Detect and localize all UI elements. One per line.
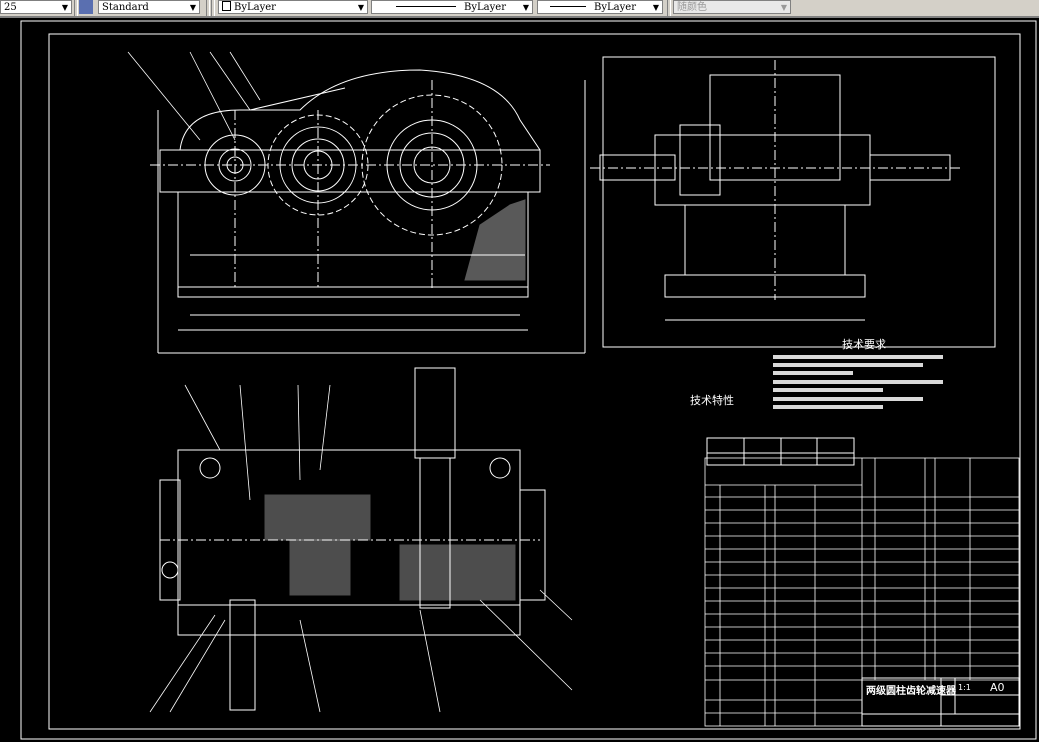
drawing-canvas[interactable]: 技术要求 技术特性 两级圆柱齿轮减速器 1:1 A0 <box>0 18 1039 742</box>
linetype-combo[interactable]: ByLayer ▼ <box>371 0 533 14</box>
top-view <box>159 367 546 711</box>
tech-characteristics-title: 技术特性 <box>690 393 734 407</box>
plot-style-value: 随颜色 <box>677 2 707 13</box>
color-value: ByLayer <box>234 2 276 13</box>
tech-requirements-text <box>773 355 943 409</box>
text-height-combo[interactable]: 25 ▼ <box>0 0 72 14</box>
line-sample-icon <box>396 6 457 7</box>
sheet-size: A0 <box>990 681 1005 694</box>
color-combo[interactable]: ByLayer ▼ <box>218 0 368 14</box>
line-sample-icon <box>550 6 587 7</box>
side-view <box>590 56 996 348</box>
text-style-value: Standard <box>102 2 149 13</box>
chevron-down-icon: ▼ <box>61 3 68 12</box>
color-swatch-icon <box>222 1 231 11</box>
text-style-combo[interactable]: Standard ▼ <box>98 0 200 14</box>
text-style-icon[interactable] <box>79 0 93 14</box>
chevron-down-icon: ▼ <box>522 3 529 12</box>
chevron-down-icon: ▼ <box>780 3 787 12</box>
drawing-name: 两级圆柱齿轮减速器 <box>866 684 957 697</box>
text-height-value: 25 <box>4 2 17 13</box>
chevron-down-icon: ▼ <box>357 3 364 12</box>
tech-characteristics-table <box>706 437 855 466</box>
chevron-down-icon: ▼ <box>652 3 659 12</box>
leader-lines <box>127 51 573 713</box>
drawing-scale: 1:1 <box>958 683 971 692</box>
properties-toolbar: 25 ▼ Standard ▼ ByLayer ▼ ByLayer ▼ ByLayer ▼… <box>0 0 1039 18</box>
lineweight-value: ByLayer <box>594 2 636 13</box>
front-view <box>150 69 586 354</box>
tech-requirements-title: 技术要求 <box>842 338 886 351</box>
plot-style-combo[interactable]: 随颜色 ▼ <box>673 0 791 14</box>
chevron-down-icon: ▼ <box>189 3 196 12</box>
linetype-value: ByLayer <box>464 2 506 13</box>
lineweight-combo[interactable]: ByLayer ▼ <box>537 0 663 14</box>
